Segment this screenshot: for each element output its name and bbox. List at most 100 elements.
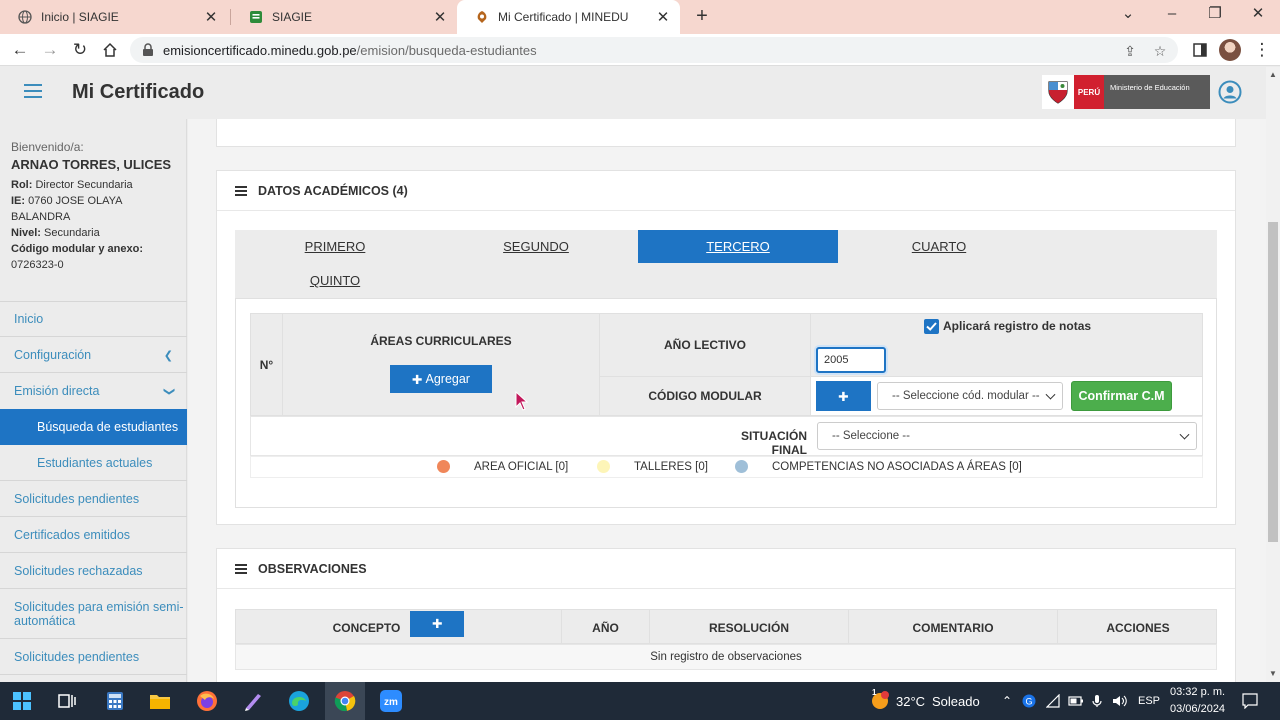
situacion-final-select[interactable]: -- Seleccione -- [817, 422, 1197, 450]
pen-app-icon[interactable] [239, 687, 267, 715]
address-bar[interactable]: emisioncertificado.minedu.gob.pe/emision… [130, 37, 1178, 63]
legend-label: AREA OFICIAL [0] [474, 460, 569, 473]
sidebar-item-busqueda-estudiantes[interactable]: Búsqueda de estudiantes [0, 409, 187, 445]
home-icon[interactable] [98, 38, 122, 62]
file-explorer-icon[interactable] [146, 687, 174, 715]
main-content: DATOS ACADÉMICOS (4) PRIMERO SEGUNDO TER… [188, 119, 1266, 682]
page-scrollbar[interactable]: ▲ ▼ [1266, 67, 1280, 682]
tab-primero[interactable]: PRIMERO [235, 230, 435, 263]
calculator-icon[interactable] [101, 687, 129, 715]
codigo-modular-select-value: -- Seleccione cód. modular -- [892, 390, 1040, 402]
add-observacion-button[interactable]: ✚ [410, 610, 465, 637]
app-title: Mi Certificado [72, 81, 205, 103]
sidebar-item-solicitudes-semi-automatica[interactable]: Solicitudes para emisión semi-automática [0, 589, 187, 639]
sidebar: Bienvenido/a: ARNAO TORRES, ULICES Rol: … [0, 119, 187, 682]
legend-label: TALLERES [0] [634, 460, 708, 473]
sidebar-item-certificados-emitidos[interactable]: Certificados emitidos [0, 517, 187, 553]
sidebar-item-solicitudes-pendientes-2[interactable]: Solicitudes pendientes [0, 639, 187, 675]
sidebar-item-configuracion[interactable]: Configuración ❮ [0, 337, 187, 373]
confirmar-cm-button[interactable]: Confirmar C.M [1071, 381, 1172, 411]
weather-sun-icon[interactable] [866, 687, 894, 715]
forward-arrow-icon[interactable]: → [38, 38, 62, 62]
microphone-icon[interactable] [1090, 694, 1104, 708]
zoom-icon[interactable]: zm [377, 687, 405, 715]
minimize-window-button[interactable]: – [1152, 0, 1192, 30]
tab-cuarto[interactable]: CUARTO [839, 230, 1039, 263]
legend-area-oficial: AREA OFICIAL [0] [437, 460, 568, 473]
browser-profile-avatar[interactable] [1219, 39, 1241, 61]
plus-icon: ✚ [432, 617, 443, 631]
sidebar-item-estudiantes-actuales[interactable]: Estudiantes actuales [0, 445, 187, 481]
datos-academicos-header: DATOS ACADÉMICOS (4) [217, 171, 1235, 211]
sidebar-item-label: Búsqueda de estudiantes [37, 420, 179, 434]
codigo-modular-select[interactable]: -- Seleccione cód. modular -- [877, 382, 1063, 410]
col-resolucion: RESOLUCIÓN [650, 610, 849, 645]
agregar-area-button[interactable]: ✚ Agregar [390, 365, 492, 393]
edge-icon[interactable] [285, 687, 313, 715]
tray-app-icon[interactable]: G [1022, 694, 1036, 708]
user-account-icon[interactable] [1218, 80, 1242, 104]
notifications-icon[interactable] [1242, 693, 1258, 710]
share-icon[interactable]: ⇪ [1120, 41, 1140, 61]
tab-quinto[interactable]: QUINTO [235, 264, 435, 297]
legend-dot [437, 460, 450, 473]
aplicara-registro-label: Aplicará registro de notas [943, 319, 1092, 333]
sidebar-item-solicitudes-pendientes[interactable]: Solicitudes pendientes [0, 481, 187, 517]
scrollbar-thumb[interactable] [1268, 222, 1278, 542]
logo-country: PERÚ [1074, 75, 1104, 109]
tab-list-chevron-icon[interactable]: ⌄ [1108, 0, 1148, 30]
firefox-icon[interactable] [193, 687, 221, 715]
close-icon[interactable]: ✕ [204, 8, 218, 26]
codigo-modular-label: CÓDIGO MODULAR [599, 376, 811, 416]
browser-menu-icon[interactable]: ⋮ [1250, 38, 1274, 62]
speaker-icon[interactable] [1112, 694, 1127, 708]
browser-tab-mi-certificado[interactable]: Mi Certificado | MINEDU ✕ [457, 0, 680, 34]
anio-lectivo-input[interactable]: 2005 [816, 347, 886, 373]
clock-date[interactable]: 03/06/2024 [1170, 703, 1225, 715]
observaciones-title: OBSERVACIONES [258, 561, 367, 576]
user-profile: Bienvenido/a: ARNAO TORRES, ULICES Rol: … [0, 119, 186, 273]
chevron-down-icon [1045, 389, 1056, 400]
add-codigo-modular-button[interactable]: ✚ [816, 381, 871, 411]
mouse-cursor-icon [515, 391, 529, 411]
col-num-header: N° [250, 313, 283, 416]
minedu-logo: PERÚ Ministerio de Educación [1042, 75, 1210, 109]
close-icon[interactable]: ✕ [433, 8, 447, 26]
close-icon[interactable]: ✕ [656, 8, 670, 26]
windows-start-icon[interactable] [8, 687, 36, 715]
sidebar-item-inicio[interactable]: Inicio [0, 301, 187, 337]
bookmark-star-icon[interactable]: ☆ [1150, 41, 1170, 61]
input-language[interactable]: ESP [1138, 695, 1160, 707]
maximize-window-button[interactable]: ❐ [1195, 0, 1235, 30]
scroll-up-arrow-icon[interactable]: ▲ [1269, 70, 1277, 79]
sidebar-item-emision-directa[interactable]: Emisión directa ❮ [0, 373, 187, 409]
situacion-final-label: SITUACIÓN FINAL [741, 429, 807, 457]
datos-academicos-card: DATOS ACADÉMICOS (4) PRIMERO SEGUNDO TER… [216, 170, 1236, 525]
observaciones-header: OBSERVACIONES [217, 549, 1235, 589]
sidebar-item-label: Estudiantes actuales [37, 455, 153, 470]
chrome-icon[interactable] [331, 687, 359, 715]
scroll-down-arrow-icon[interactable]: ▼ [1269, 669, 1277, 678]
legend-talleres: TALLERES [0] [597, 460, 708, 473]
tab-tercero[interactable]: TERCERO [638, 230, 838, 263]
aplicara-registro-checkbox[interactable] [924, 319, 939, 334]
tab-segundo[interactable]: SEGUNDO [436, 230, 636, 263]
reload-icon[interactable]: ↻ [68, 38, 92, 62]
browser-tab-siagie[interactable]: SIAGIE ✕ [231, 0, 457, 34]
rol-value: Director Secundaria [35, 179, 133, 191]
network-icon[interactable] [1045, 693, 1060, 708]
back-arrow-icon[interactable]: ← [8, 38, 32, 62]
close-window-button[interactable]: ✕ [1238, 0, 1278, 30]
tray-chevron-up-icon[interactable]: ⌃ [1000, 694, 1014, 708]
sidebar-panel-icon[interactable] [1188, 38, 1212, 62]
new-tab-button[interactable]: + [690, 4, 714, 28]
clock-time[interactable]: 03:32 p. m. [1170, 686, 1225, 698]
hamburger-menu-icon[interactable] [24, 84, 42, 98]
task-view-icon[interactable] [53, 687, 81, 715]
browser-tab-siagie-inicio[interactable]: Inicio | SIAGIE ✕ [0, 0, 228, 34]
sidebar-item-solicitudes-rechazadas[interactable]: Solicitudes rechazadas [0, 553, 187, 589]
battery-icon[interactable] [1068, 694, 1083, 708]
previous-card [216, 119, 1236, 147]
rol-label: Rol: [11, 179, 33, 191]
col-anio: AÑO [562, 610, 650, 645]
